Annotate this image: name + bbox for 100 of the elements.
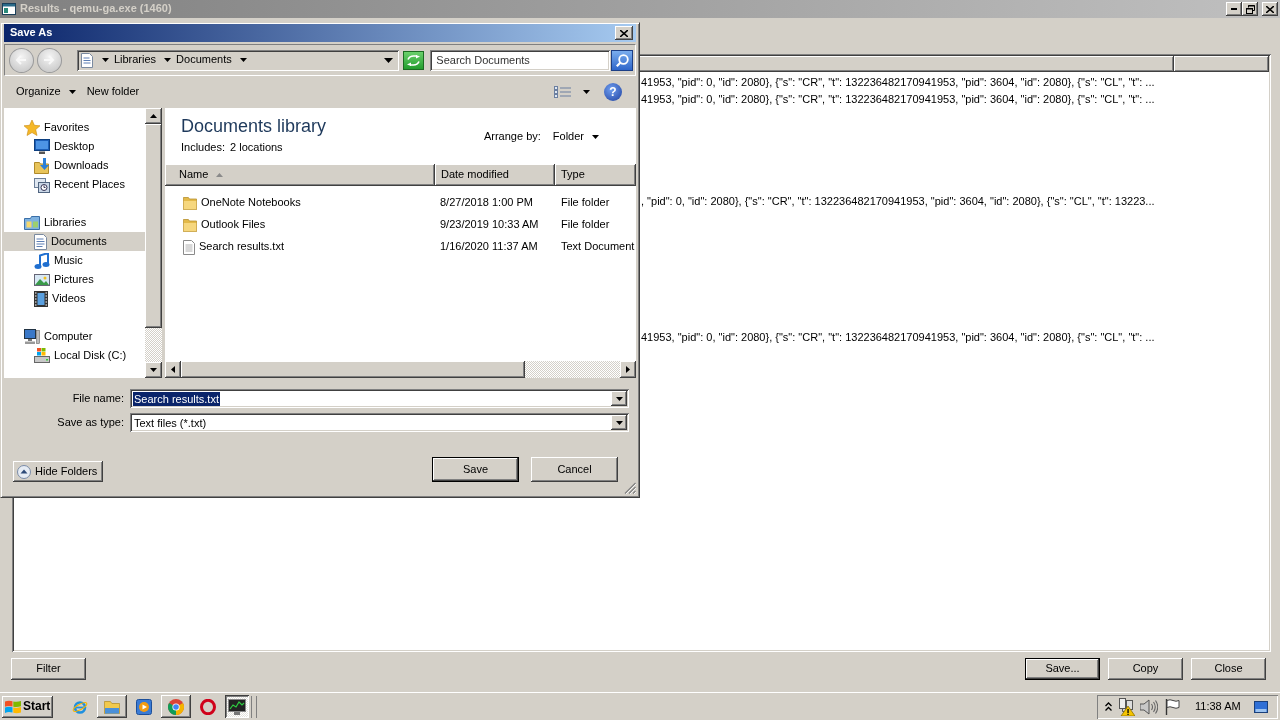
list-row-text[interactable]: 41953, "pid": 0, "id": 2080}, {"s": "CR", "t": 132236482170941953, "pid": 3604, "id": 2080}, {"s": "CL", "t": ... bbox=[641, 92, 1155, 107]
arrow-down-icon bbox=[615, 396, 623, 401]
network-warning-icon[interactable] bbox=[1117, 697, 1135, 716]
recent-windows-icon bbox=[34, 176, 50, 193]
refresh-button[interactable] bbox=[403, 50, 425, 70]
file-type: Text Document bbox=[561, 240, 635, 254]
drive-icon bbox=[34, 348, 50, 363]
list-row-text[interactable]: , "pid": 0, "id": 2080}, {"s": "CR", "t": 132236482170941953, "pid": 3604, "id": 2080}, {"s": "CL", "t": 13223... bbox=[641, 194, 1155, 209]
monitor-icon bbox=[34, 139, 50, 154]
nav-item[interactable]: Local Disk (C:) bbox=[34, 346, 127, 365]
column-header[interactable]: Date modified bbox=[435, 164, 555, 186]
nav-item[interactable]: Favorites bbox=[24, 118, 90, 137]
nav-item[interactable]: Pictures bbox=[34, 270, 94, 289]
collapse-up-icon bbox=[17, 464, 31, 479]
cancel-button[interactable]: Cancel bbox=[531, 457, 618, 482]
file-date: 1/16/2020 11:37 AM bbox=[440, 240, 538, 254]
caret-icon[interactable] bbox=[101, 58, 109, 62]
filter-button[interactable]: Filter bbox=[11, 658, 86, 680]
scroll-thumb[interactable] bbox=[181, 361, 525, 378]
nav-item[interactable]: Downloads bbox=[34, 156, 109, 175]
list-row-text[interactable]: 41953, "pid": 0, "id": 2080}, {"s": "CR", "t": 132236482170941953, "pid": 3604, "id": 2080}, {"s": "CL", "t": ... bbox=[641, 330, 1155, 345]
caret-icon bbox=[384, 57, 394, 63]
hide-folders-button[interactable]: Hide Folders bbox=[13, 461, 104, 482]
scroll-up-button[interactable] bbox=[145, 108, 162, 124]
dropdown-button[interactable] bbox=[611, 415, 627, 430]
flag-icon[interactable] bbox=[1165, 698, 1181, 715]
nav-item[interactable]: Videos bbox=[34, 289, 86, 308]
arrange-by-label: Arrange by: bbox=[483, 130, 541, 144]
copy-button[interactable]: Copy bbox=[1108, 658, 1183, 680]
scroll-down-button[interactable] bbox=[145, 362, 162, 378]
nav-item[interactable]: Computer bbox=[24, 327, 93, 346]
close-button[interactable]: Close bbox=[1191, 658, 1266, 680]
nav-item[interactable]: Documents bbox=[4, 232, 145, 251]
file-name[interactable]: Search results.txt bbox=[199, 240, 284, 254]
save-as-type-field[interactable]: Text files (*.txt) bbox=[130, 413, 629, 432]
folder-icon bbox=[183, 196, 197, 210]
caret-icon[interactable] bbox=[239, 58, 247, 62]
nav-item[interactable]: Libraries bbox=[24, 213, 87, 232]
taskbar-button[interactable] bbox=[97, 695, 127, 718]
minimize-button[interactable] bbox=[1226, 2, 1242, 16]
file-name[interactable]: OneNote Notebooks bbox=[201, 196, 301, 210]
minimize-icon bbox=[1231, 8, 1237, 10]
caret-icon bbox=[68, 90, 76, 94]
taskbar-button[interactable] bbox=[161, 695, 191, 718]
list-row-text[interactable]: 41953, "pid": 0, "id": 2080}, {"s": "CR", "t": 132236482170941953, "pid": 3604, "id": 2080}, {"s": "CL", "t": ... bbox=[641, 75, 1155, 90]
caret-icon[interactable] bbox=[164, 58, 172, 62]
nav-item[interactable]: Recent Places bbox=[34, 175, 125, 194]
file-name-field[interactable]: Search results.txt bbox=[130, 389, 629, 408]
arrow-up-icon bbox=[150, 114, 157, 118]
address-dropdown-button[interactable] bbox=[384, 57, 394, 63]
restore-button[interactable] bbox=[1242, 2, 1258, 16]
start-button[interactable]: Start bbox=[2, 695, 53, 718]
locations-link[interactable]: 2 locations bbox=[230, 140, 283, 154]
circle-logo-icon bbox=[168, 698, 184, 715]
search-button[interactable] bbox=[611, 49, 633, 71]
close-button[interactable] bbox=[615, 26, 633, 40]
dropdown-button[interactable] bbox=[611, 391, 627, 406]
chevron-up-icon[interactable] bbox=[1105, 702, 1112, 711]
address-bar[interactable]: Libraries Documents bbox=[76, 49, 400, 71]
field-value: Text files (*.txt) bbox=[133, 415, 208, 430]
breadcrumb[interactable]: Libraries bbox=[113, 53, 157, 67]
e-logo-icon bbox=[72, 698, 88, 715]
nav-item[interactable]: Music bbox=[34, 251, 83, 270]
clock[interactable]: 11:38 AM bbox=[1195, 699, 1241, 714]
file-name[interactable]: Outlook Files bbox=[201, 218, 266, 232]
search-icon bbox=[615, 53, 629, 67]
arrow-right-icon bbox=[43, 55, 56, 65]
close-icon bbox=[1266, 5, 1274, 13]
file-type: File folder bbox=[561, 196, 610, 210]
taskbar-button[interactable] bbox=[225, 695, 249, 718]
column-header[interactable] bbox=[1174, 56, 1269, 72]
column-header[interactable]: Name bbox=[165, 164, 435, 186]
document-icon bbox=[80, 52, 93, 68]
close-icon bbox=[620, 29, 628, 37]
speaker-icon[interactable] bbox=[1140, 698, 1158, 715]
file-date: 8/27/2018 1:00 PM bbox=[440, 196, 533, 210]
close-button[interactable] bbox=[1262, 2, 1278, 16]
column-header[interactable]: Type bbox=[555, 164, 636, 186]
window-icon bbox=[2, 3, 16, 15]
taskbar-button[interactable] bbox=[136, 698, 152, 715]
scroll-left-button[interactable] bbox=[165, 361, 181, 378]
nav-item[interactable]: Desktop bbox=[34, 137, 95, 156]
breadcrumb[interactable]: Documents bbox=[176, 53, 232, 67]
show-desktop-icon[interactable] bbox=[1253, 700, 1268, 713]
file-date: 9/23/2019 10:33 AM bbox=[440, 218, 539, 232]
library-title: Documents library bbox=[181, 115, 327, 137]
organize-button[interactable]: Organize bbox=[12, 83, 80, 101]
library-folder-icon bbox=[24, 215, 40, 230]
scroll-right-button[interactable] bbox=[620, 361, 636, 378]
scroll-thumb[interactable] bbox=[145, 124, 162, 328]
arrange-by-dropdown[interactable]: Folder bbox=[552, 130, 599, 144]
caret-icon[interactable] bbox=[583, 90, 590, 94]
save-button[interactable]: Save bbox=[432, 457, 519, 482]
flag-logo-icon bbox=[5, 699, 21, 714]
new-folder-button[interactable]: New folder bbox=[82, 83, 144, 101]
search-field[interactable]: Search Documents bbox=[430, 49, 611, 71]
view-options-icon[interactable] bbox=[554, 86, 571, 98]
play-icon bbox=[136, 698, 152, 715]
dialog-title: Save As bbox=[10, 26, 53, 40]
save-button[interactable]: Save... bbox=[1025, 658, 1100, 680]
